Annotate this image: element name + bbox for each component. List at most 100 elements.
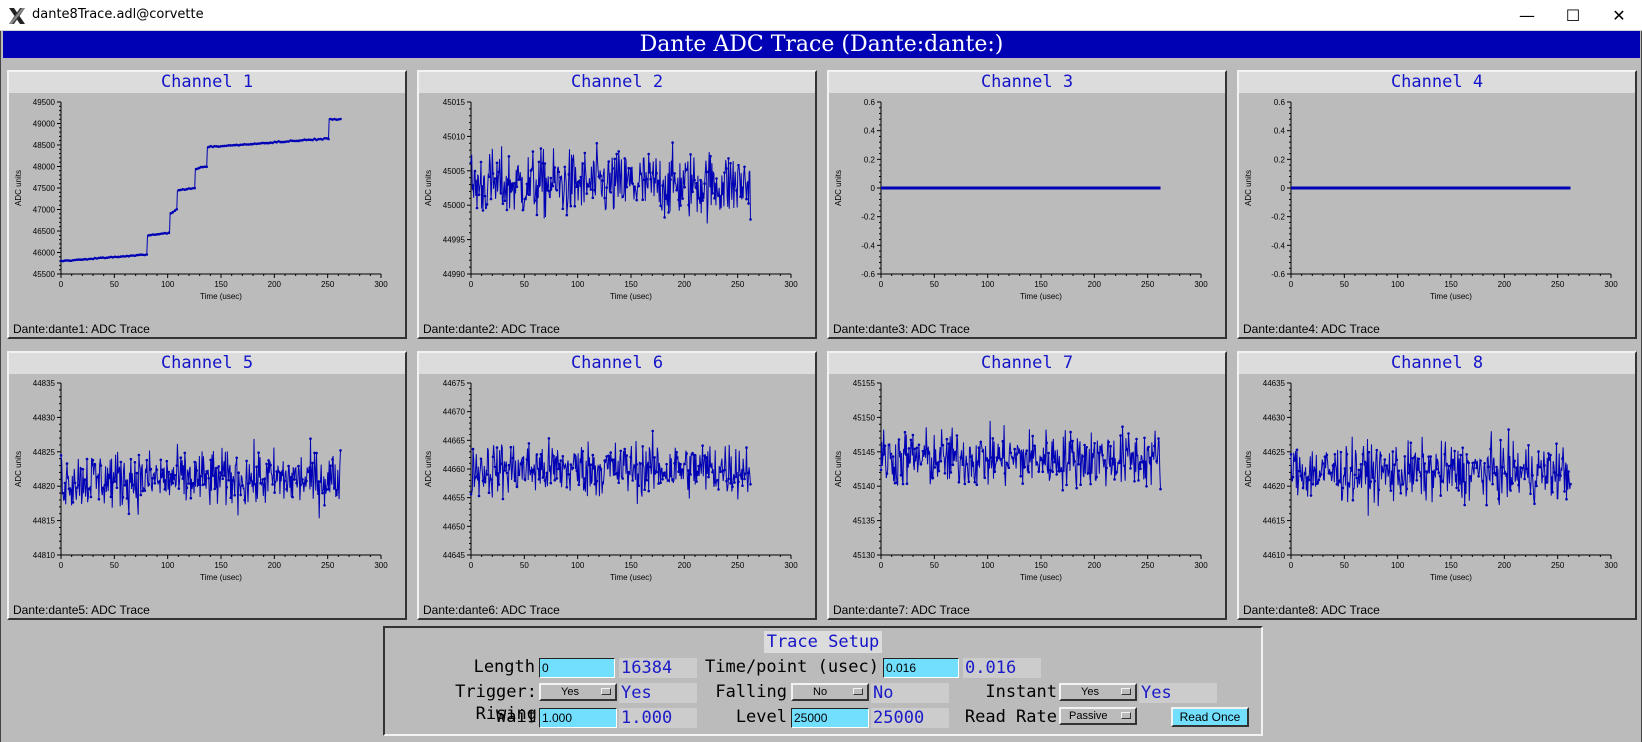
channel-title: Channel 3 [829,72,1225,93]
y-tick-label: 45000 [443,201,466,210]
trace-point [1063,451,1066,455]
timepoint-input[interactable]: 0.016 [883,658,959,678]
trace-point [539,453,543,456]
trace-point [891,455,895,458]
length-input[interactable]: 0 [539,658,615,678]
y-tick-label: 46500 [33,227,56,236]
trace-point [1123,464,1126,468]
trace-point [1333,453,1337,456]
trace-point [335,488,338,492]
maximize-button[interactable]: ☐ [1550,0,1596,31]
adc-trace-plot: 0 50 100 150 200 250 300 44810 44815 44820 44825 44… [14,379,388,582]
close-button[interactable]: ✕ [1596,0,1642,31]
trace-point [977,446,981,449]
trace-point [1563,490,1566,493]
trace-point [1453,449,1456,453]
trace-point [151,477,155,480]
rising-menu[interactable]: Yes [539,683,617,701]
trace-point [735,189,738,192]
trace-point [209,458,212,462]
trace-point [121,495,125,499]
trace-point [195,469,198,472]
trace-point [1013,447,1016,451]
trace-point [1311,482,1315,486]
trace-point [605,186,608,189]
trace-point [579,460,583,464]
trace-point [1535,484,1538,488]
x-tick-label: 50 [930,280,939,289]
trace-point [307,470,310,473]
x-tick-label: 100 [1391,561,1405,570]
trace-point [69,489,73,492]
trace-point [633,465,636,468]
trace-point [471,447,475,451]
falling-menu[interactable]: No [791,683,869,701]
trace-point [925,447,929,451]
trace-point [723,468,726,472]
trace-point [517,473,521,476]
trace-point [1475,466,1478,470]
trace-point [479,160,483,164]
level-input[interactable]: 25000 [791,708,869,728]
trace-point [519,462,523,466]
trace-point [963,482,967,486]
trace-point [661,478,664,481]
trace-point [1473,461,1476,464]
trace-point [491,172,495,175]
read-rate-menu[interactable]: Passive [1059,707,1137,725]
trace-point [1355,476,1359,480]
trace-point [1339,450,1343,454]
level-readback: 25000 [871,708,949,728]
x-tick-label: 150 [1034,561,1048,570]
rising-menu-value: Yes [561,686,579,698]
trace-point [1291,475,1295,479]
trace-point [721,192,724,196]
trace-point [571,158,575,161]
trace-point [1381,469,1385,473]
trace-point [621,477,624,480]
trace-point [689,153,692,156]
trace-point [287,464,290,468]
trace-point [279,471,282,475]
trace-point [1481,479,1484,483]
trace-point [175,208,179,211]
trace-point [185,486,189,489]
trace-point [653,456,656,459]
trace-point [525,458,529,461]
trace-point [727,157,730,160]
wait-input[interactable]: 1.000 [539,708,617,728]
trace-point [553,166,557,169]
channel-footer-label: Dante:dante8: ADC Trace [1243,603,1380,617]
trace-point [1391,450,1395,453]
trace-point [557,170,561,174]
trace-point [609,451,612,454]
minimize-button[interactable]: — [1504,0,1550,31]
trace-setup-panel: Trace Setup Length 0 16384 Time/point (u… [383,626,1263,736]
y-tick-label: 44810 [33,551,56,560]
trace-point [1119,434,1122,437]
trace-point [297,464,300,468]
trace-point [1109,444,1112,448]
trace-point [299,483,302,487]
instant-menu[interactable]: Yes [1059,683,1137,701]
trace-point [641,198,644,201]
trace-point [1359,463,1363,466]
y-tick-label: 0.4 [864,127,876,136]
timepoint-label: Time/point (usec) [705,657,879,677]
y-tick-label: -0.2 [1271,213,1285,222]
trace-point [695,181,698,185]
trace-point [1347,482,1351,486]
trace-point [587,185,591,188]
x-tick-label: 100 [1391,280,1405,289]
read-once-button[interactable]: Read Once [1171,707,1249,727]
trace-point [911,433,915,437]
trace-point [1137,479,1140,482]
trace-point [1485,503,1488,507]
trace-point [989,456,993,459]
trace-point [501,497,505,501]
x-tick-label: 200 [1088,280,1102,289]
trace-point [631,479,634,482]
x-tick-label: 250 [1141,561,1155,570]
x-tick-label: 150 [624,561,638,570]
trace-point [113,480,117,483]
